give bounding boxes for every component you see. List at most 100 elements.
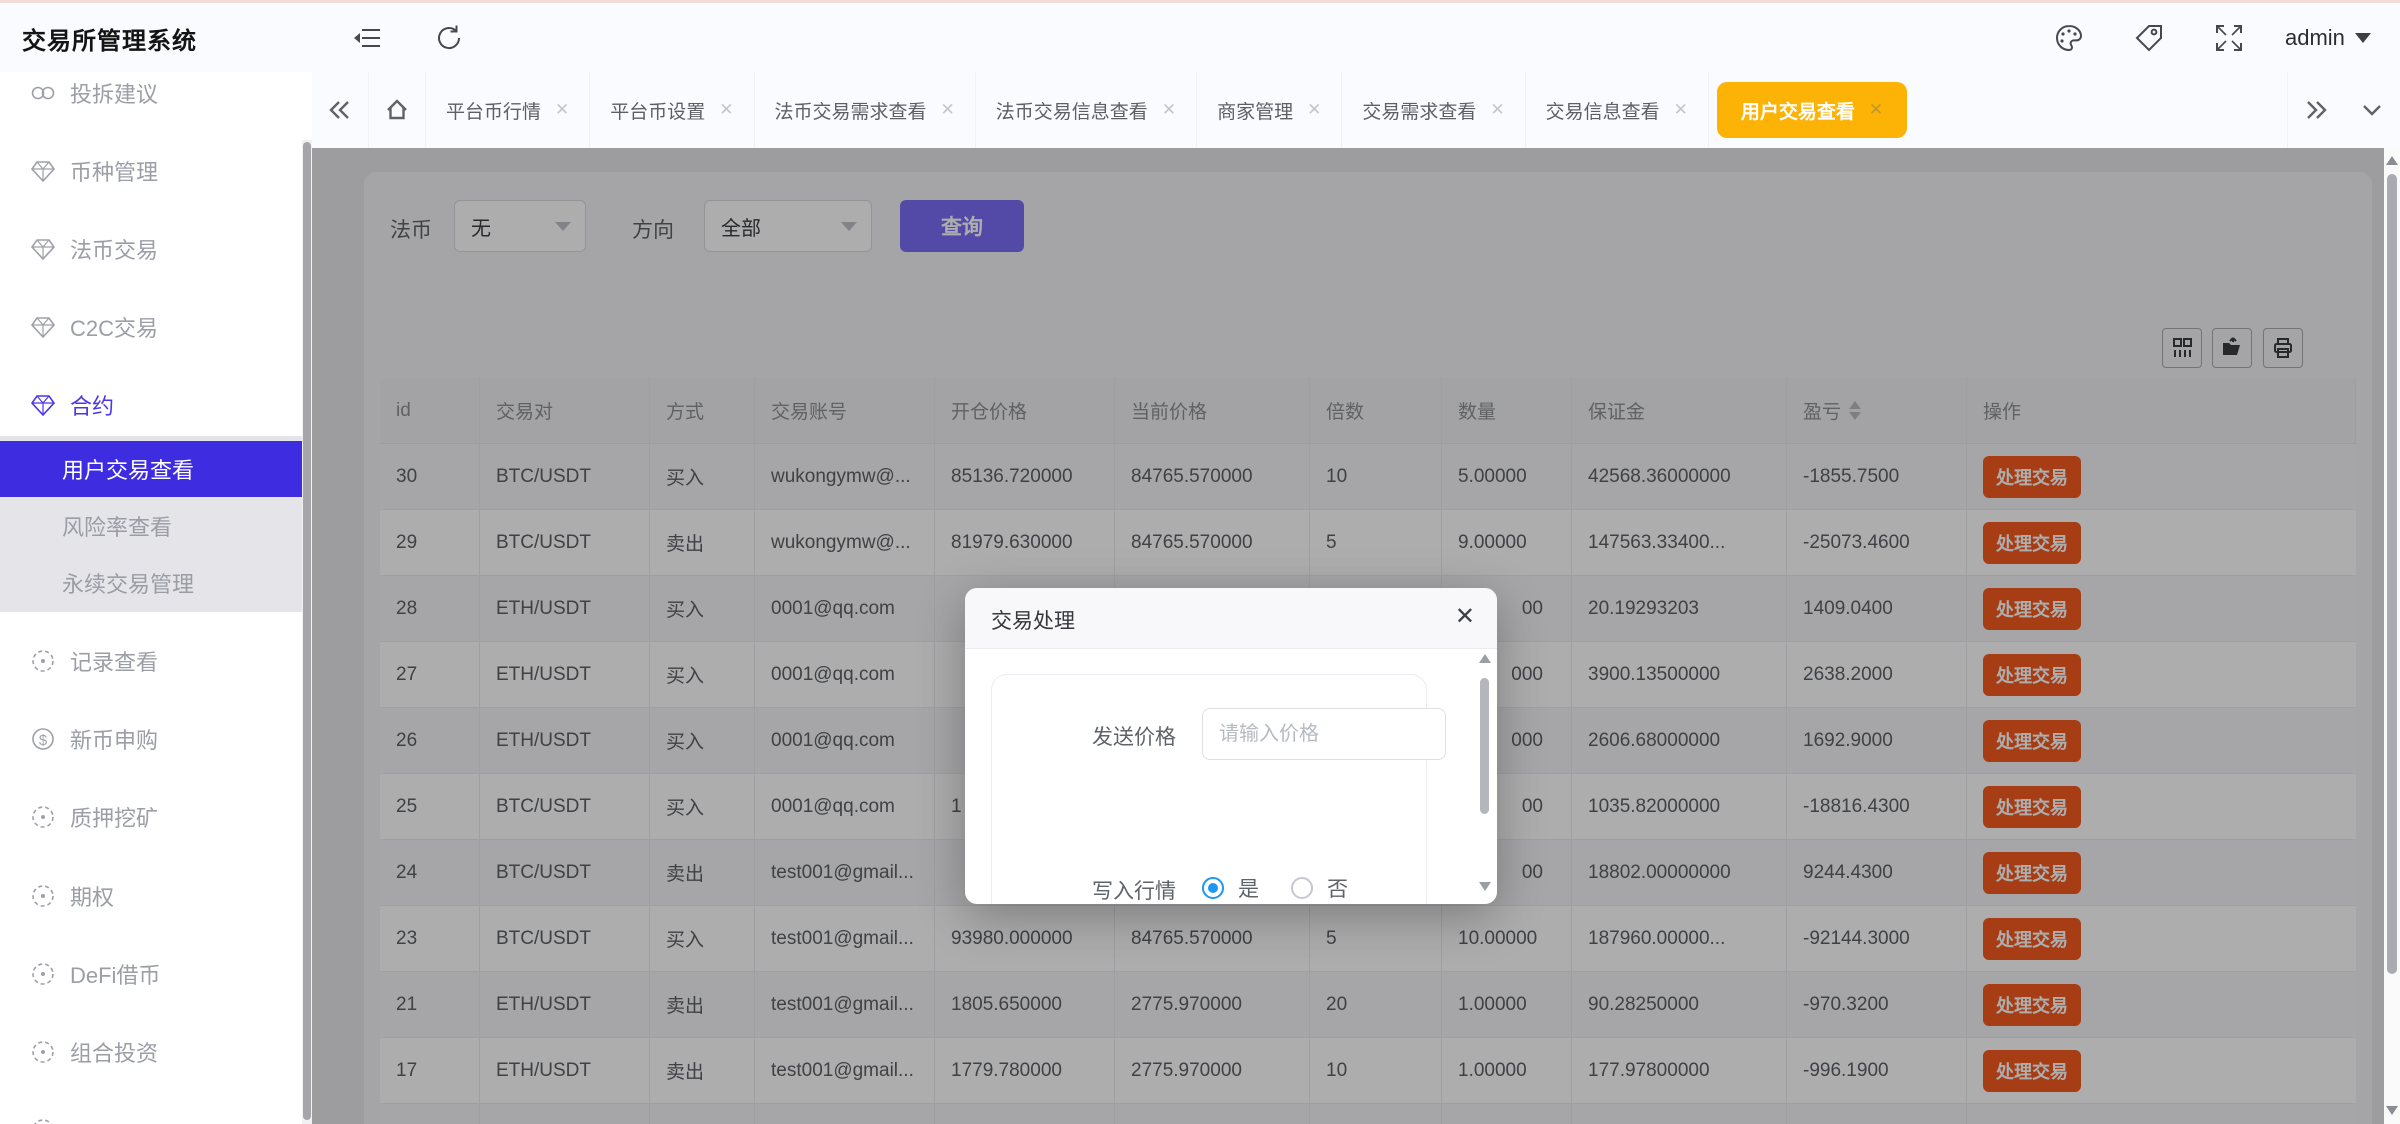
tabs-back-icon[interactable] — [312, 72, 369, 148]
radio-no[interactable] — [1291, 877, 1313, 899]
sidebar-item-记录查看[interactable]: 记录查看 — [0, 636, 302, 686]
tab-close-icon[interactable]: ✕ — [941, 100, 955, 120]
dollar-coin-icon: $ — [28, 724, 58, 754]
radio-yes[interactable] — [1202, 877, 1224, 899]
sidebar-item-质押挖矿[interactable]: 质押挖矿 — [0, 792, 302, 842]
sidebar-item-label: 组合投资 — [70, 1036, 158, 1068]
modal-scrollbar-thumb[interactable] — [1480, 678, 1489, 814]
sidebar: 投拆建议币种管理法币交易 C2C交易合约记录查看 $ 新币申购质押挖矿期权 DeFi借币… — [0, 72, 312, 1124]
sidebar-item-合约[interactable]: 合约 — [0, 380, 302, 430]
tab-close-icon[interactable]: ✕ — [1674, 100, 1688, 120]
chevron-down-icon — [2355, 33, 2371, 43]
modal-scrollbar[interactable] — [1479, 654, 1491, 896]
sidebar-item-DeFi借币[interactable]: DeFi借币 — [0, 949, 302, 999]
coin-icon — [28, 959, 58, 989]
tab-right-controls — [2287, 72, 2400, 148]
refresh-icon[interactable] — [432, 21, 466, 55]
tab-交易需求查看[interactable]: 交易需求查看 ✕ — [1342, 72, 1525, 148]
price-input[interactable] — [1202, 708, 1446, 760]
price-label: 发送价格 — [1006, 721, 1176, 751]
app-title: 交易所管理系统 — [22, 21, 197, 56]
tab-label: 交易需求查看 — [1362, 97, 1476, 124]
sidebar-item-label: 新币申购 — [70, 723, 158, 755]
gem-icon — [28, 312, 58, 342]
sidebar-item-hidden[interactable] — [0, 1105, 302, 1124]
tab-商家管理[interactable]: 商家管理 ✕ — [1197, 72, 1342, 148]
coin-icon — [28, 1037, 58, 1067]
sidebar-item-label: 合约 — [70, 389, 114, 421]
modal-form-panel: 发送价格 写入行情 是 否 确定 — [991, 674, 1427, 904]
sidebar-item-label: 记录查看 — [70, 645, 158, 677]
sidebar-subitem-用户交易查看[interactable]: 用户交易查看 — [0, 441, 302, 497]
scroll-down-icon[interactable] — [1479, 882, 1491, 891]
tag-icon[interactable] — [2132, 21, 2166, 55]
tabbar: 平台币行情✕平台币设置✕法币交易需求查看✕法币交易信息查看✕商家管理✕交易需求查… — [312, 72, 2400, 149]
coin-icon — [28, 802, 58, 832]
sidebar-item-组合投资[interactable]: 组合投资 — [0, 1027, 302, 1077]
page-scrollbar[interactable] — [2384, 148, 2400, 1124]
tab-close-icon[interactable]: ✕ — [1490, 100, 1504, 120]
sidebar-item-label: 法币交易 — [70, 233, 158, 265]
sidebar-item-期权[interactable]: 期权 — [0, 871, 302, 921]
svg-text:$: $ — [39, 732, 48, 749]
modal-title: 交易处理 — [991, 605, 1075, 635]
sidebar-item-label: 期权 — [70, 880, 114, 912]
sidebar-submenu: 用户交易查看风险率查看永续交易管理 — [0, 436, 302, 612]
tabs-menu-chevron-icon[interactable] — [2344, 72, 2400, 148]
tab-label: 法币交易需求查看 — [775, 97, 927, 124]
scroll-up-icon[interactable] — [2386, 156, 2398, 165]
coin-icon — [28, 1115, 58, 1124]
sidebar-scrollbar[interactable] — [302, 140, 312, 1124]
scroll-down-icon[interactable] — [2386, 1106, 2398, 1115]
radio-no-label: 否 — [1327, 873, 1348, 903]
theme-palette-icon[interactable] — [2052, 21, 2086, 55]
sidebar-item-label: 投拆建议 — [70, 77, 158, 109]
scroll-up-icon[interactable] — [1479, 654, 1491, 663]
tab-label: 交易信息查看 — [1546, 97, 1660, 124]
sidebar-item-label: DeFi借币 — [70, 958, 160, 990]
fullscreen-icon[interactable] — [2212, 21, 2246, 55]
sidebar-subitem-label: 永续交易管理 — [62, 567, 194, 599]
user-menu[interactable]: admin — [2285, 21, 2371, 55]
link-icon — [28, 78, 58, 108]
topbar: 交易所管理系统 admin — [0, 3, 2400, 73]
sidebar-subitem-永续交易管理[interactable]: 永续交易管理 — [0, 554, 302, 611]
tab-close-icon[interactable]: ✕ — [1307, 100, 1321, 120]
tab-close-icon[interactable]: ✕ — [1869, 100, 1883, 120]
sidebar-subitem-风险率查看[interactable]: 风险率查看 — [0, 497, 302, 554]
sidebar-item-新币申购[interactable]: $ 新币申购 — [0, 714, 302, 764]
user-name: admin — [2285, 25, 2345, 51]
home-icon[interactable] — [369, 72, 426, 148]
sidebar-item-币种管理[interactable]: 币种管理 — [0, 146, 302, 196]
tab-平台币设置[interactable]: 平台币设置✕ — [590, 72, 754, 148]
tab-label: 法币交易信息查看 — [996, 97, 1148, 124]
sidebar-item-label: 质押挖矿 — [70, 801, 158, 833]
tab-用户交易查看[interactable]: 用户交易查看 ✕ — [1717, 82, 1907, 138]
trade-process-modal: 交易处理 ✕ 发送价格 写入行情 是 否 确定 — [965, 588, 1497, 904]
tab-法币交易信息查看[interactable]: 法币交易信息查看 ✕ — [976, 72, 1197, 148]
sidebar-item-label: 币种管理 — [70, 155, 158, 187]
tabs-forward-icon[interactable] — [2287, 72, 2344, 148]
tab-close-icon[interactable]: ✕ — [555, 100, 569, 120]
sidebar-item-C2C交易[interactable]: C2C交易 — [0, 302, 302, 352]
tab-法币交易需求查看[interactable]: 法币交易需求查看 ✕ — [755, 72, 976, 148]
modal-header: 交易处理 ✕ — [965, 588, 1497, 649]
tab-label: 商家管理 — [1217, 97, 1293, 124]
collapse-sidebar-icon[interactable] — [350, 21, 384, 55]
sidebar-scrollbar-thumb[interactable] — [303, 142, 311, 1120]
exchange-admin-page: 交易所管理系统 admin 平台币行情✕平台币设置✕法币交易需求查看✕法币交易信… — [0, 0, 2400, 1124]
tab-close-icon[interactable]: ✕ — [719, 100, 733, 120]
tab-strip: 平台币行情✕平台币设置✕法币交易需求查看✕法币交易信息查看✕商家管理✕交易需求查… — [426, 72, 2287, 148]
coin-icon — [28, 646, 58, 676]
page-scrollbar-thumb[interactable] — [2387, 174, 2397, 974]
tab-平台币行情[interactable]: 平台币行情✕ — [426, 72, 590, 148]
sidebar-item-投拆建议[interactable]: 投拆建议 — [0, 68, 302, 118]
close-icon[interactable]: ✕ — [1455, 602, 1475, 631]
tab-close-icon[interactable]: ✕ — [1162, 100, 1176, 120]
gem-icon — [28, 390, 58, 420]
sidebar-subitem-label: 用户交易查看 — [62, 453, 194, 485]
sidebar-item-法币交易[interactable]: 法币交易 — [0, 224, 302, 274]
tab-交易信息查看[interactable]: 交易信息查看 ✕ — [1526, 72, 1709, 148]
write-quote-radio-group: 是 否 — [1202, 873, 1366, 903]
tab-label: 用户交易查看 — [1741, 97, 1855, 124]
